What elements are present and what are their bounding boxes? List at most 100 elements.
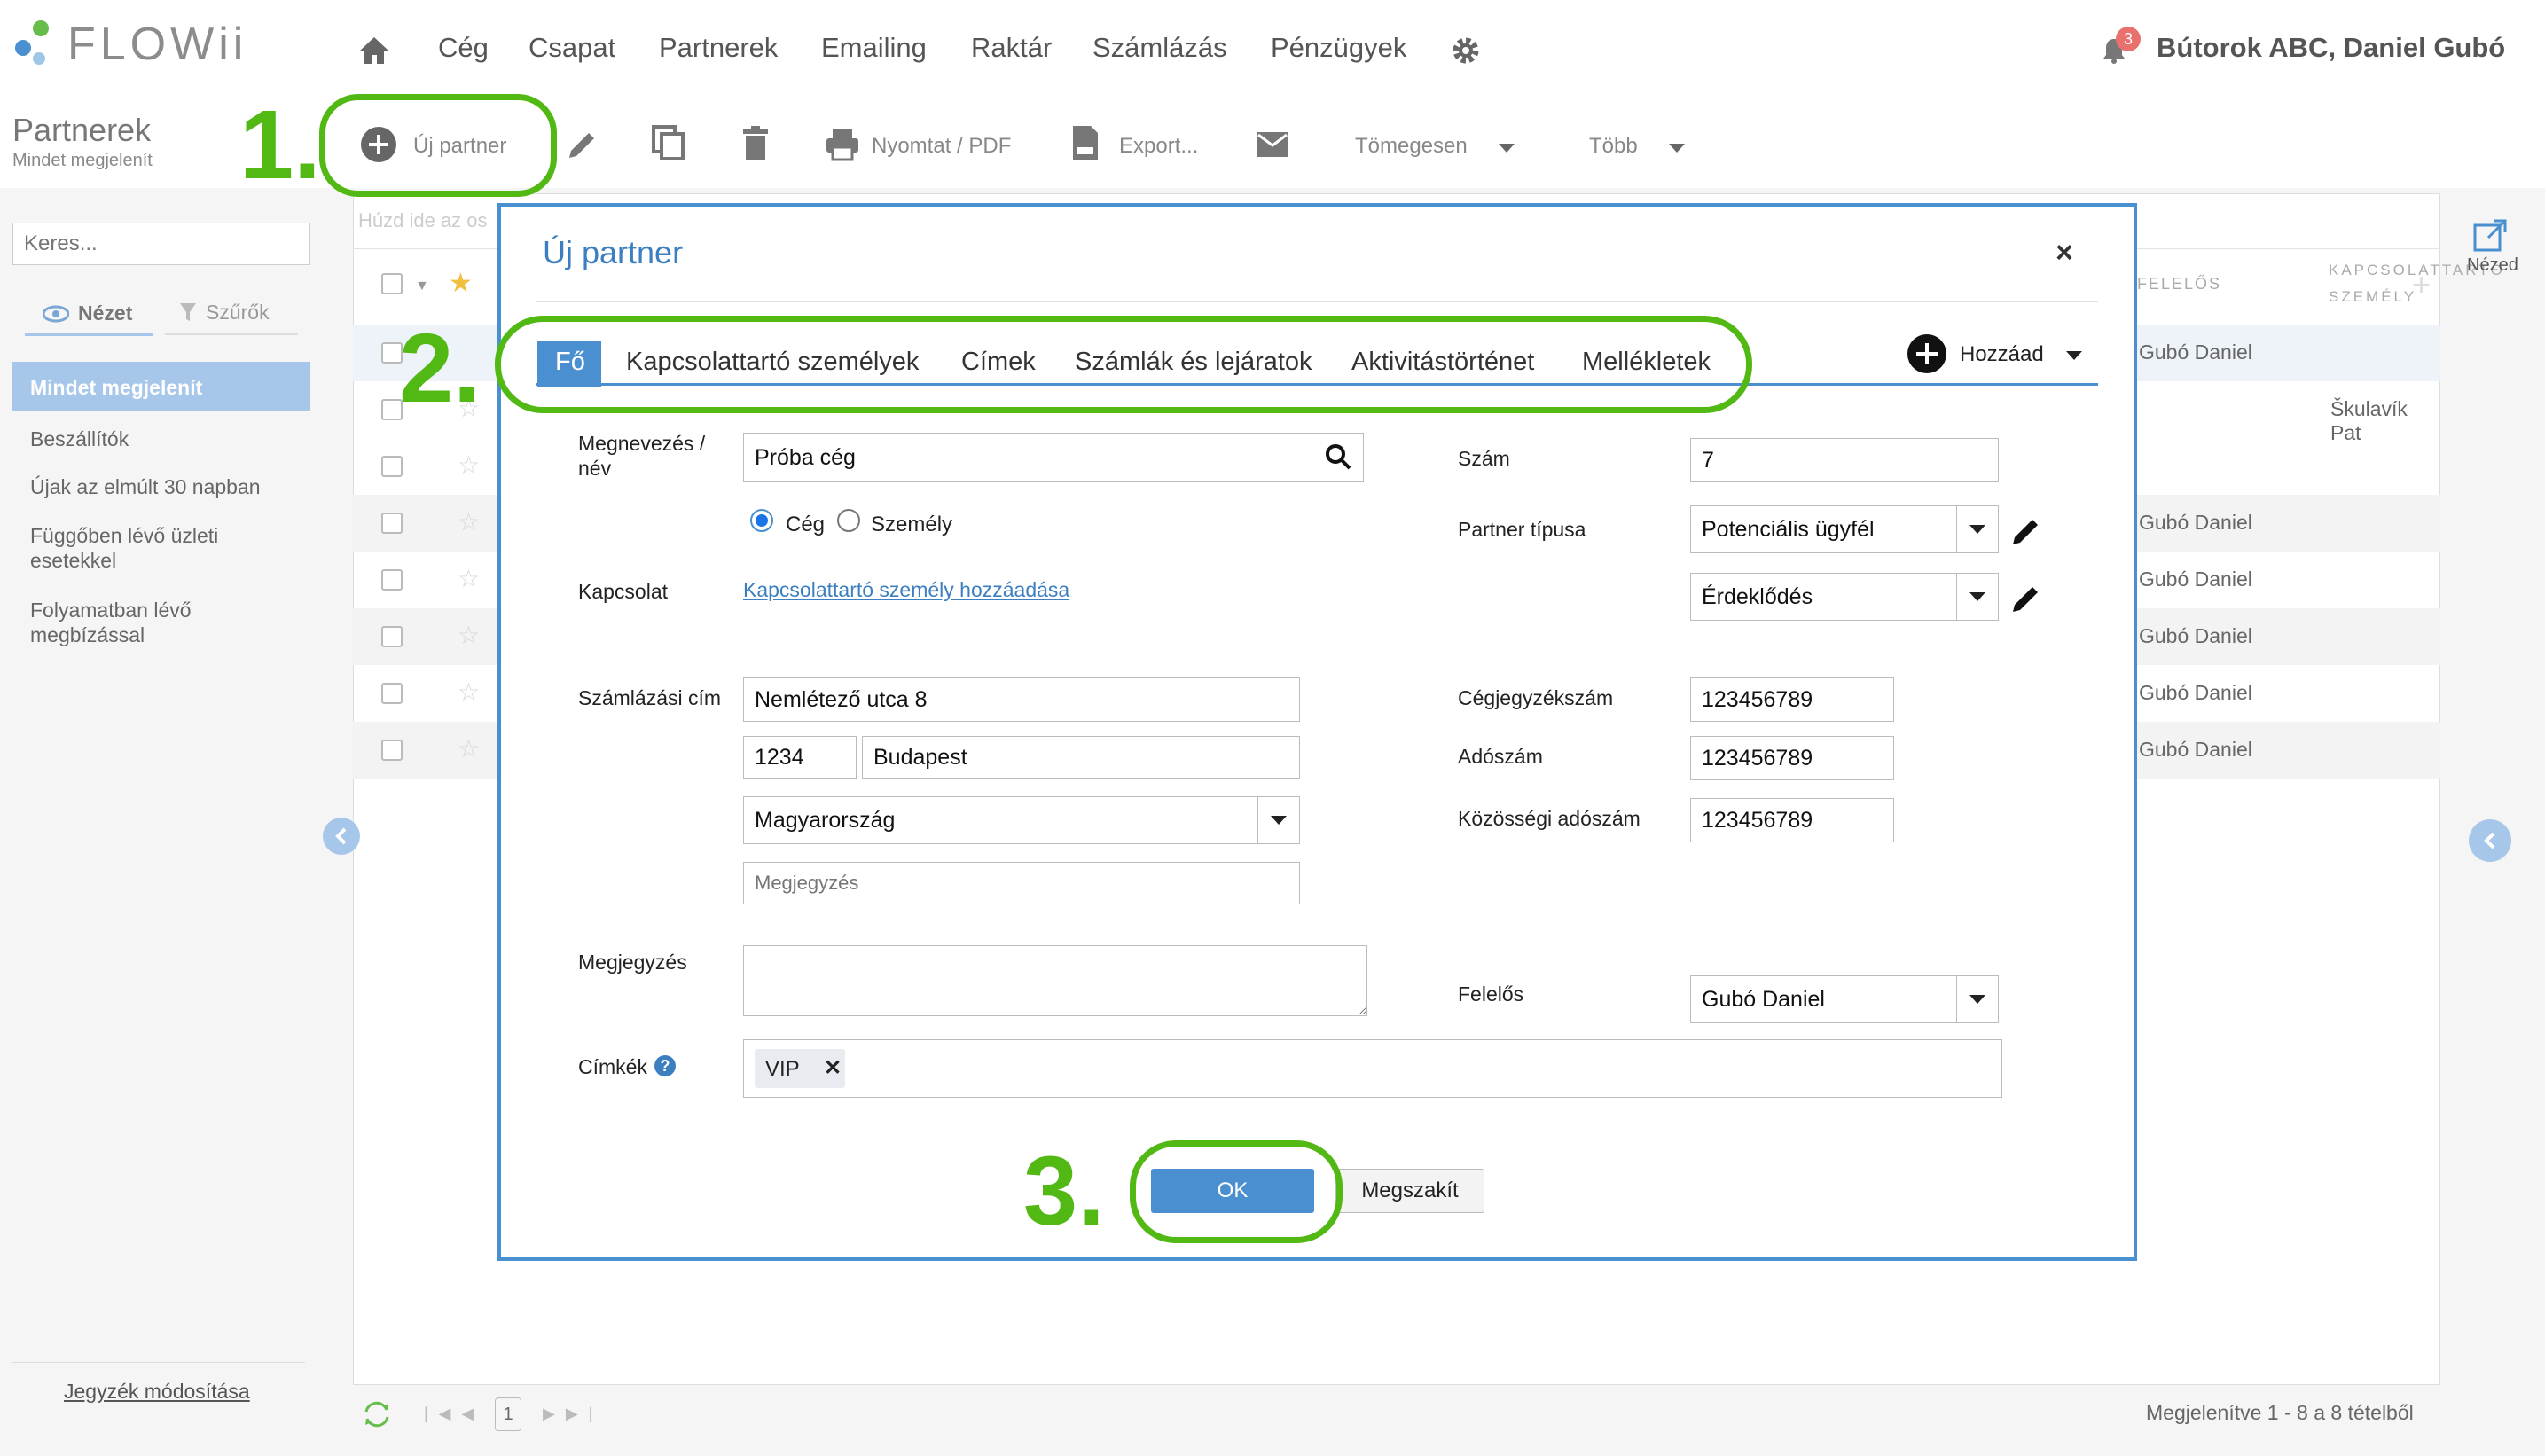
star-outline-icon[interactable]: ☆ bbox=[458, 621, 480, 650]
print-pdf-button[interactable]: Nyomtat / PDF bbox=[872, 134, 1011, 159]
radio-person[interactable] bbox=[837, 509, 860, 532]
city-input[interactable]: Budapest bbox=[862, 736, 1300, 779]
edit-partner-type-pencil-icon[interactable] bbox=[2009, 514, 2043, 548]
select-caret-icon[interactable]: ▼ bbox=[415, 278, 429, 294]
nav-penzugyek[interactable]: Pénzügyek bbox=[1271, 32, 1406, 64]
tags-input[interactable]: VIP ✕ bbox=[743, 1039, 2002, 1098]
star-outline-icon[interactable]: ☆ bbox=[458, 734, 480, 763]
star-outline-icon[interactable]: ☆ bbox=[458, 450, 480, 480]
sidebar-divider bbox=[12, 1362, 305, 1363]
nav-emailing[interactable]: Emailing bbox=[821, 32, 927, 64]
step-1-highlight-ring bbox=[319, 94, 557, 197]
sidebar: Nézet Szűrők Mindet megjelenít Beszállít… bbox=[0, 188, 330, 1456]
note-textarea[interactable] bbox=[743, 945, 1367, 1016]
col-header-felelos[interactable]: FELELŐS bbox=[2137, 275, 2221, 294]
tag-remove-icon[interactable]: ✕ bbox=[824, 1055, 842, 1081]
collapse-right-icon[interactable] bbox=[2469, 819, 2511, 862]
nav-ceg[interactable]: Cég bbox=[438, 32, 489, 64]
edit-pencil-icon[interactable] bbox=[566, 128, 599, 161]
name-input[interactable]: Próba cég bbox=[743, 433, 1364, 482]
col-header-kapcsolattarto[interactable]: KAPCSOLATTARTÓ SZEMÉLY bbox=[2329, 257, 2502, 310]
page-subtitle: Mindet megjelenít bbox=[12, 151, 153, 170]
country-select[interactable]: Magyarország bbox=[743, 796, 1300, 844]
settings-gear-icon[interactable] bbox=[1451, 35, 1481, 66]
contact-label: Kapcsolat bbox=[578, 580, 669, 603]
bulk-dropdown[interactable]: Tömegesen bbox=[1355, 134, 1468, 159]
sidebar-search-input[interactable] bbox=[12, 223, 310, 265]
cancel-button[interactable]: Megszakít bbox=[1335, 1169, 1484, 1213]
more-dropdown[interactable]: Több bbox=[1589, 134, 1638, 159]
star-outline-icon[interactable]: ☆ bbox=[458, 564, 480, 593]
group-drag-hint: Húzd ide az os bbox=[358, 209, 488, 231]
app-logo-text: FLOWii bbox=[67, 19, 248, 70]
owner-value: Gubó Daniel bbox=[1702, 986, 1825, 1012]
country-select-toggle[interactable] bbox=[1257, 796, 1300, 844]
sidebar-item-pending-cases[interactable]: Függőben lévő üzleti esetekkel bbox=[30, 523, 261, 573]
sidebar-item-all[interactable]: Mindet megjelenít bbox=[12, 362, 310, 411]
add-column-icon[interactable]: + bbox=[2412, 266, 2431, 303]
add-button[interactable]: Hozzáad bbox=[1960, 342, 2044, 367]
number-input[interactable]: 7 bbox=[1690, 438, 1999, 482]
sidebar-item-suppliers[interactable]: Beszállítók bbox=[30, 427, 129, 451]
modal-close-button[interactable]: × bbox=[2056, 236, 2073, 270]
nav-szamlazas[interactable]: Számlázás bbox=[1092, 32, 1227, 64]
owner-toggle[interactable] bbox=[1956, 975, 1999, 1023]
tax-number-label: Adószám bbox=[1458, 745, 1543, 768]
address-note-input[interactable] bbox=[743, 862, 1300, 904]
edit-list-link[interactable]: Jegyzék módosítása bbox=[64, 1380, 250, 1404]
home-icon[interactable] bbox=[358, 35, 390, 66]
pagination-first-prev-icon[interactable]: |◀◀ bbox=[424, 1405, 484, 1423]
select-all-checkbox[interactable] bbox=[381, 273, 403, 294]
view-button-label[interactable]: Nézed bbox=[2467, 255, 2518, 276]
sidebar-item-new-30-days[interactable]: Újak az elmúlt 30 napban bbox=[30, 475, 261, 499]
star-outline-icon[interactable]: ☆ bbox=[458, 677, 480, 707]
status-select[interactable]: Érdeklődés bbox=[1690, 573, 1999, 621]
nav-csapat[interactable]: Csapat bbox=[529, 32, 615, 64]
nav-raktar[interactable]: Raktár bbox=[971, 32, 1052, 64]
page-number[interactable]: 1 bbox=[495, 1397, 521, 1431]
tax-number-input[interactable]: 123456789 bbox=[1690, 736, 1894, 780]
city-input-value: Budapest bbox=[873, 744, 967, 770]
favorite-star-icon[interactable]: ★ bbox=[449, 268, 473, 299]
tab-view[interactable]: Nézet bbox=[78, 301, 132, 325]
cell-felelos: Gubó Daniel bbox=[2139, 511, 2252, 534]
add-contact-link[interactable]: Kapcsolattartó személy hozzáadása bbox=[743, 578, 1069, 602]
help-question-icon[interactable]: ? bbox=[654, 1055, 676, 1076]
nav-partnerek[interactable]: Partnerek bbox=[659, 32, 778, 64]
search-icon[interactable] bbox=[1325, 443, 1351, 470]
email-envelope-icon[interactable] bbox=[1256, 131, 1289, 158]
tab-filters[interactable]: Szűrők bbox=[206, 301, 270, 325]
copy-icon[interactable] bbox=[651, 124, 686, 161]
company-reg-input[interactable]: 123456789 bbox=[1690, 677, 1894, 722]
name-label: Megnevezés / név bbox=[578, 432, 706, 480]
add-caret-icon[interactable] bbox=[2066, 351, 2082, 360]
row-checkbox[interactable] bbox=[381, 456, 403, 477]
billing-address-label: Számlázási cím bbox=[578, 686, 722, 709]
add-plus-icon bbox=[1907, 333, 1947, 374]
row-checkbox[interactable] bbox=[381, 626, 403, 647]
status-toggle[interactable] bbox=[1956, 573, 1999, 621]
zip-input[interactable]: 1234 bbox=[743, 736, 857, 779]
eu-tax-input[interactable]: 123456789 bbox=[1690, 798, 1894, 842]
partner-type-value: Potenciális ügyfél bbox=[1702, 516, 1875, 542]
refresh-icon[interactable] bbox=[362, 1401, 392, 1428]
delete-trash-icon[interactable] bbox=[741, 126, 770, 161]
partner-type-select[interactable]: Potenciális ügyfél bbox=[1690, 505, 1999, 553]
radio-company[interactable] bbox=[750, 509, 773, 532]
street-input[interactable]: Nemlétező utca 8 bbox=[743, 677, 1300, 722]
partner-type-toggle[interactable] bbox=[1956, 505, 1999, 553]
collapse-left-icon[interactable] bbox=[323, 818, 360, 855]
star-outline-icon[interactable]: ☆ bbox=[458, 507, 480, 536]
export-button[interactable]: Export... bbox=[1119, 134, 1198, 159]
status-caret-icon bbox=[1969, 592, 1985, 601]
sidebar-item-in-progress[interactable]: Folyamatban lévő megbízással bbox=[30, 598, 261, 647]
row-checkbox[interactable] bbox=[381, 513, 403, 534]
user-account-name[interactable]: Bútorok ABC, Daniel Gubó bbox=[2157, 32, 2505, 64]
row-checkbox[interactable] bbox=[381, 740, 403, 761]
pagination-next-last-icon[interactable]: ▶▶| bbox=[543, 1405, 603, 1423]
owner-select[interactable]: Gubó Daniel bbox=[1690, 975, 1999, 1023]
open-external-icon[interactable] bbox=[2472, 218, 2508, 252]
edit-status-pencil-icon[interactable] bbox=[2009, 582, 2043, 615]
row-checkbox[interactable] bbox=[381, 569, 403, 591]
row-checkbox[interactable] bbox=[381, 683, 403, 704]
